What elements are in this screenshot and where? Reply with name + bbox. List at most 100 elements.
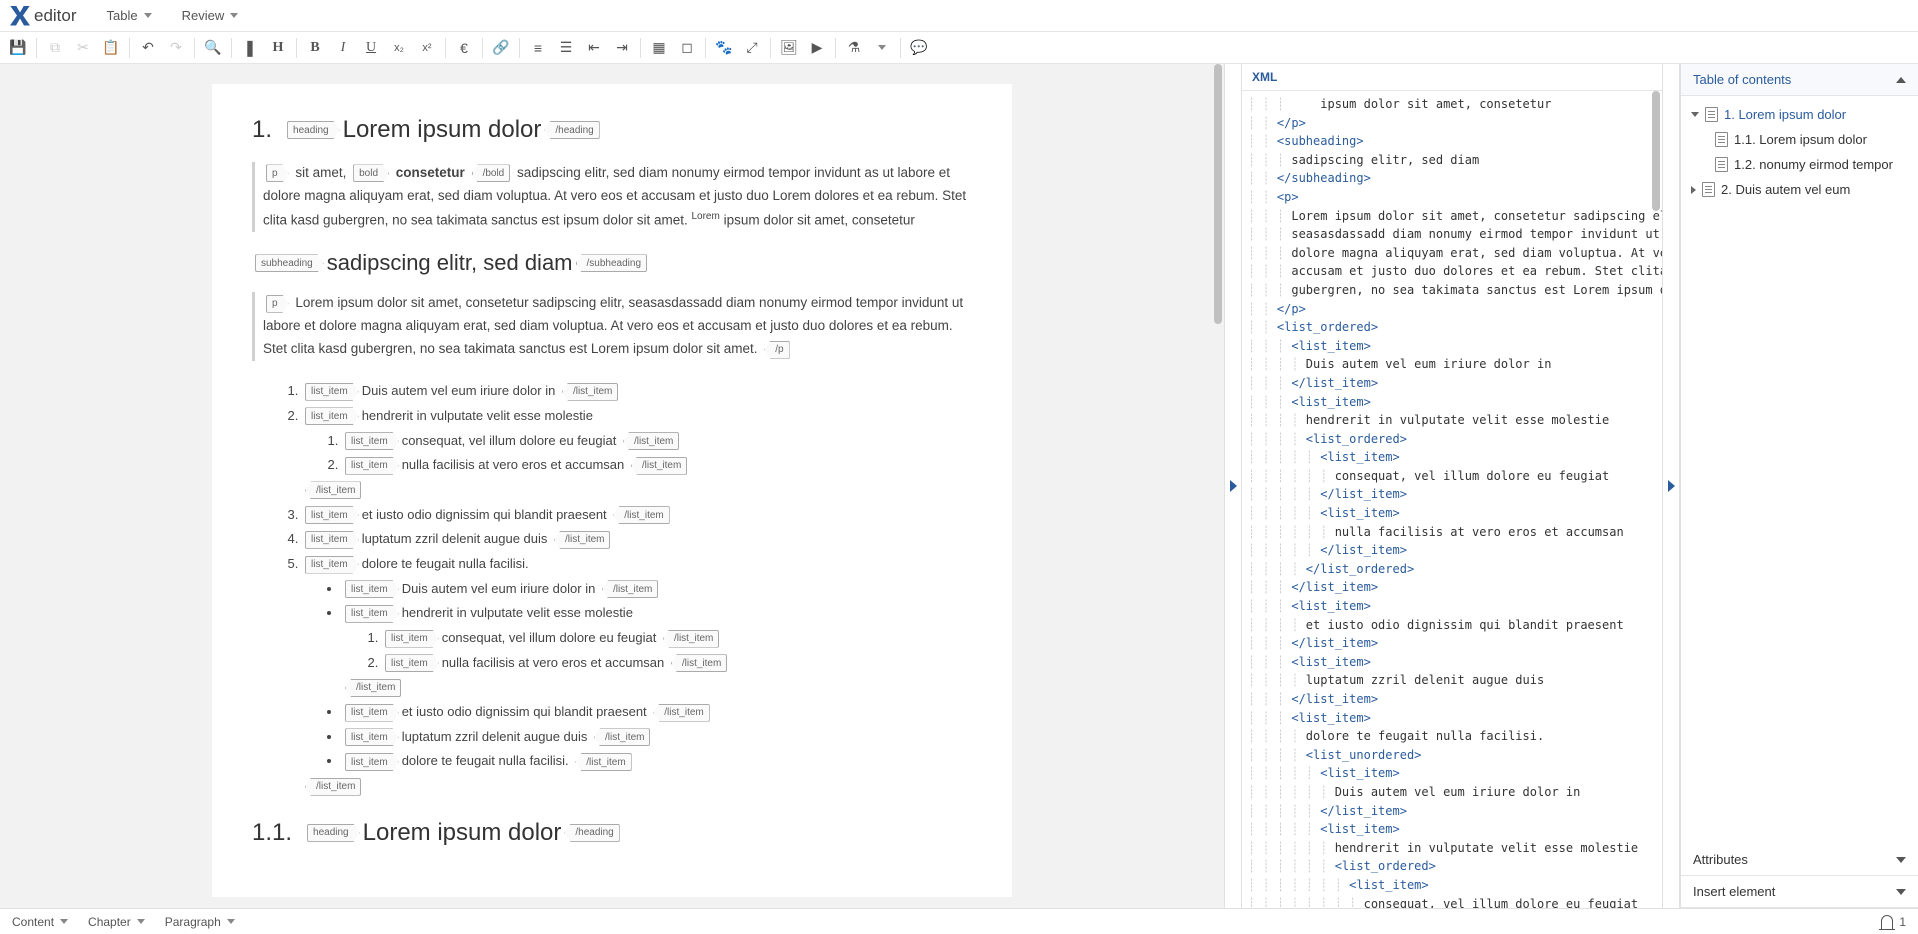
breadcrumb-paragraph[interactable]: Paragraph bbox=[165, 915, 235, 929]
dropdown-icon[interactable] bbox=[868, 34, 896, 62]
paragraph[interactable]: p Lorem ipsum dolor sit amet, consetetur… bbox=[252, 292, 972, 361]
menu-table[interactable]: Table bbox=[107, 8, 152, 23]
notifications[interactable]: 1 bbox=[1881, 915, 1906, 929]
menubar: editor Table Review bbox=[0, 0, 1918, 32]
heading-number: 1. bbox=[252, 116, 272, 144]
search-icon[interactable]: 🔍 bbox=[199, 34, 227, 62]
tag-heading-open[interactable]: heading bbox=[307, 824, 360, 842]
xml-panel-title: XML bbox=[1242, 64, 1662, 91]
splitter-left[interactable] bbox=[1224, 64, 1242, 908]
scrollbar-thumb[interactable] bbox=[1652, 91, 1660, 211]
symbol-icon[interactable]: € bbox=[450, 34, 478, 62]
ordered-list[interactable]: list_itemDuis autem vel eum iriure dolor… bbox=[252, 379, 972, 799]
chevron-right-icon bbox=[1230, 480, 1237, 492]
bell-icon bbox=[1881, 915, 1893, 929]
toc-item[interactable]: 1.2. nonumy eirmod tempor bbox=[1681, 152, 1918, 177]
list-item[interactable]: list_itemdolore te feugait nulla facilis… bbox=[342, 749, 972, 774]
list-item[interactable]: list_itemnulla facilisis at vero eros et… bbox=[382, 651, 972, 676]
list-item[interactable]: list_itemluptatum zzril delenit augue du… bbox=[342, 725, 972, 750]
document-page[interactable]: 1. heading Lorem ipsum dolor /heading p … bbox=[212, 84, 1012, 897]
heading-text[interactable]: Lorem ipsum dolor bbox=[363, 819, 562, 847]
video-icon[interactable]: ▶ bbox=[803, 34, 831, 62]
paste-icon[interactable]: 📋 bbox=[97, 34, 125, 62]
paragraph[interactable]: p sit amet, bold consetetur /bold sadips… bbox=[252, 162, 972, 232]
tag-heading-close[interactable]: /heading bbox=[544, 121, 599, 139]
list-item[interactable]: list_itemhendrerit in vulputate velit es… bbox=[342, 601, 972, 700]
paw-icon[interactable]: 🐾 bbox=[710, 34, 738, 62]
italic-icon[interactable]: I bbox=[329, 34, 357, 62]
subheading-text[interactable]: sadipscing elitr, sed diam bbox=[327, 250, 573, 276]
chevron-up-icon bbox=[1896, 77, 1906, 83]
chevron-down-icon bbox=[230, 13, 238, 18]
tag-p-close[interactable]: /p bbox=[764, 341, 789, 359]
list-item[interactable]: list_itemDuis autem vel eum iriure dolor… bbox=[302, 379, 972, 404]
chevron-down-icon bbox=[60, 919, 68, 924]
list-item[interactable]: list_itemhendrerit in vulputate velit es… bbox=[302, 404, 972, 503]
list-item[interactable]: list_itemet iusto odio dignissim qui bla… bbox=[342, 700, 972, 725]
toc-item[interactable]: 2. Duis autem vel eum bbox=[1681, 177, 1918, 202]
splitter-right[interactable] bbox=[1662, 64, 1680, 908]
brand-label: editor bbox=[34, 6, 77, 26]
chevron-down-icon bbox=[1896, 889, 1906, 895]
expand-icon[interactable]: ⤢ bbox=[738, 34, 766, 62]
subscript-icon[interactable]: x₂ bbox=[385, 34, 413, 62]
scrollbar-thumb[interactable] bbox=[1214, 64, 1222, 324]
unordered-list-icon[interactable]: ☰ bbox=[552, 34, 580, 62]
bookmark-icon[interactable]: ❚ bbox=[236, 34, 264, 62]
flask-icon[interactable]: ⚗ bbox=[840, 34, 868, 62]
caret-down-icon bbox=[1691, 112, 1699, 117]
list-item[interactable]: list_itemdolore te feugait nulla facilis… bbox=[302, 552, 972, 799]
cut-icon[interactable]: ✂ bbox=[69, 34, 97, 62]
document-icon bbox=[1715, 157, 1728, 172]
status-bar: Content Chapter Paragraph 1 bbox=[0, 908, 1918, 934]
heading-icon[interactable]: H bbox=[264, 34, 292, 62]
toc-item[interactable]: 1.1. Lorem ipsum dolor bbox=[1681, 127, 1918, 152]
tag-subheading-close[interactable]: /subheading bbox=[576, 254, 648, 272]
right-sidebar: Table of contents 1. Lorem ipsum dolor 1… bbox=[1680, 64, 1918, 908]
caret-right-icon bbox=[1691, 186, 1696, 194]
list-item[interactable]: list_itemluptatum zzril delenit augue du… bbox=[302, 527, 972, 552]
document-icon bbox=[1702, 182, 1715, 197]
element-icon[interactable]: ◻ bbox=[673, 34, 701, 62]
indent-icon[interactable]: ⇥ bbox=[608, 34, 636, 62]
breadcrumb-chapter[interactable]: Chapter bbox=[88, 915, 145, 929]
undo-icon[interactable]: ↶ bbox=[134, 34, 162, 62]
tag-bold-open[interactable]: bold bbox=[353, 164, 389, 182]
menu-review[interactable]: Review bbox=[182, 8, 239, 23]
list-item[interactable]: list_itemDuis autem vel eum iriure dolor… bbox=[342, 577, 972, 602]
insert-panel-header[interactable]: Insert element bbox=[1681, 876, 1918, 908]
editor-pane[interactable]: 1. heading Lorem ipsum dolor /heading p … bbox=[0, 64, 1224, 908]
link-icon[interactable]: 🔗 bbox=[487, 34, 515, 62]
heading-text[interactable]: Lorem ipsum dolor bbox=[343, 116, 542, 144]
outdent-icon[interactable]: ⇤ bbox=[580, 34, 608, 62]
tag-heading-close[interactable]: /heading bbox=[564, 824, 619, 842]
toc-item[interactable]: 1. Lorem ipsum dolor bbox=[1681, 102, 1918, 127]
redo-icon[interactable]: ↷ bbox=[162, 34, 190, 62]
attributes-panel-header[interactable]: Attributes bbox=[1681, 844, 1918, 876]
underline-icon[interactable]: U bbox=[357, 34, 385, 62]
toolbar: 💾 ⧉ ✂ 📋 ↶ ↷ 🔍 ❚ H B I U x₂ x² € 🔗 ≡ ☰ ⇤ … bbox=[0, 32, 1918, 64]
tag-p-open[interactable]: p bbox=[266, 164, 289, 182]
superscript-icon[interactable]: x² bbox=[413, 34, 441, 62]
app-logo: editor bbox=[10, 6, 77, 26]
list-item[interactable]: list_itemet iusto odio dignissim qui bla… bbox=[302, 503, 972, 528]
list-item[interactable]: list_itemnulla facilisis at vero eros et… bbox=[342, 453, 972, 478]
breadcrumb-content[interactable]: Content bbox=[12, 915, 68, 929]
save-icon[interactable]: 💾 bbox=[4, 34, 32, 62]
copy-icon[interactable]: ⧉ bbox=[41, 34, 69, 62]
bold-icon[interactable]: B bbox=[301, 34, 329, 62]
tag-p-open[interactable]: p bbox=[266, 295, 289, 313]
list-item[interactable]: list_itemconsequat, vel illum dolore eu … bbox=[342, 429, 972, 454]
tag-heading-open[interactable]: heading bbox=[287, 121, 340, 139]
xml-pane: XML ┊ ┊ ┊ ipsum dolor sit amet, consetet… bbox=[1242, 64, 1662, 908]
comment-icon[interactable]: 💬 bbox=[905, 34, 933, 62]
table-icon[interactable]: ▦ bbox=[645, 34, 673, 62]
tag-bold-close[interactable]: /bold bbox=[472, 164, 511, 182]
tag-subheading-open[interactable]: subheading bbox=[255, 254, 324, 272]
toc-panel-header[interactable]: Table of contents bbox=[1681, 64, 1918, 96]
ordered-list-icon[interactable]: ≡ bbox=[524, 34, 552, 62]
logo-icon bbox=[10, 6, 30, 26]
list-item[interactable]: list_itemconsequat, vel illum dolore eu … bbox=[382, 626, 972, 651]
xml-source[interactable]: ┊ ┊ ┊ ipsum dolor sit amet, consetetur┊ … bbox=[1242, 91, 1662, 908]
image-icon[interactable]: 🖼 bbox=[775, 34, 803, 62]
